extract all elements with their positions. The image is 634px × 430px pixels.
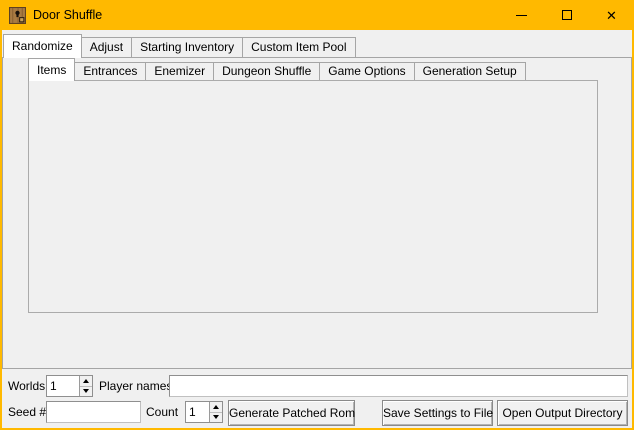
count-label: Count <box>146 401 178 423</box>
spin-down-icon[interactable] <box>80 387 92 397</box>
app-icon <box>9 7 26 24</box>
tab-enemizer[interactable]: Enemizer <box>145 62 214 80</box>
tab-randomize[interactable]: Randomize <box>3 34 82 58</box>
close-button[interactable]: ✕ <box>589 0 634 30</box>
tab-generation-setup[interactable]: Generation Setup <box>414 62 526 80</box>
player-names-label: Player names <box>99 375 172 397</box>
worlds-spin-buttons <box>79 376 92 396</box>
tab-starting-inventory[interactable]: Starting Inventory <box>131 37 243 57</box>
worlds-input[interactable] <box>47 376 79 396</box>
player-names-input[interactable] <box>169 375 628 397</box>
tab-entrances[interactable]: Entrances <box>74 62 146 80</box>
seed-label: Seed # <box>8 401 46 423</box>
maximize-button[interactable] <box>544 0 589 30</box>
spin-up-icon[interactable] <box>210 402 222 413</box>
save-settings-button[interactable]: Save Settings to File <box>382 400 493 426</box>
minimize-button[interactable] <box>499 0 544 30</box>
close-icon: ✕ <box>606 9 617 22</box>
open-output-button[interactable]: Open Output Directory <box>497 400 628 426</box>
spin-up-icon[interactable] <box>80 376 92 387</box>
randomize-sub-tab-bar: Items Entrances Enemizer Dungeon Shuffle… <box>28 58 525 80</box>
seed-input[interactable] <box>46 401 141 423</box>
items-tab-page <box>28 80 598 313</box>
window-title: Door Shuffle <box>33 8 102 22</box>
main-tab-bar: Randomize Adjust Starting Inventory Cust… <box>3 33 355 57</box>
tab-adjust[interactable]: Adjust <box>81 37 132 57</box>
count-spin-buttons <box>209 402 222 422</box>
minimize-icon <box>516 15 527 16</box>
tab-custom-item-pool[interactable]: Custom Item Pool <box>242 37 355 57</box>
tab-dungeon-shuffle[interactable]: Dungeon Shuffle <box>213 62 320 80</box>
tab-game-options[interactable]: Game Options <box>319 62 414 80</box>
worlds-spinbox <box>46 375 93 397</box>
maximize-icon <box>562 10 572 20</box>
titlebar[interactable]: Door Shuffle ✕ <box>0 0 634 30</box>
app-window: Door Shuffle ✕ Randomize Adjust Starting… <box>0 0 634 430</box>
generate-rom-button[interactable]: Generate Patched Rom <box>228 400 355 426</box>
spin-down-icon[interactable] <box>210 413 222 423</box>
count-spinbox <box>185 401 223 423</box>
count-input[interactable] <box>186 402 209 422</box>
worlds-label: Worlds <box>8 375 45 397</box>
tab-items[interactable]: Items <box>28 58 75 81</box>
